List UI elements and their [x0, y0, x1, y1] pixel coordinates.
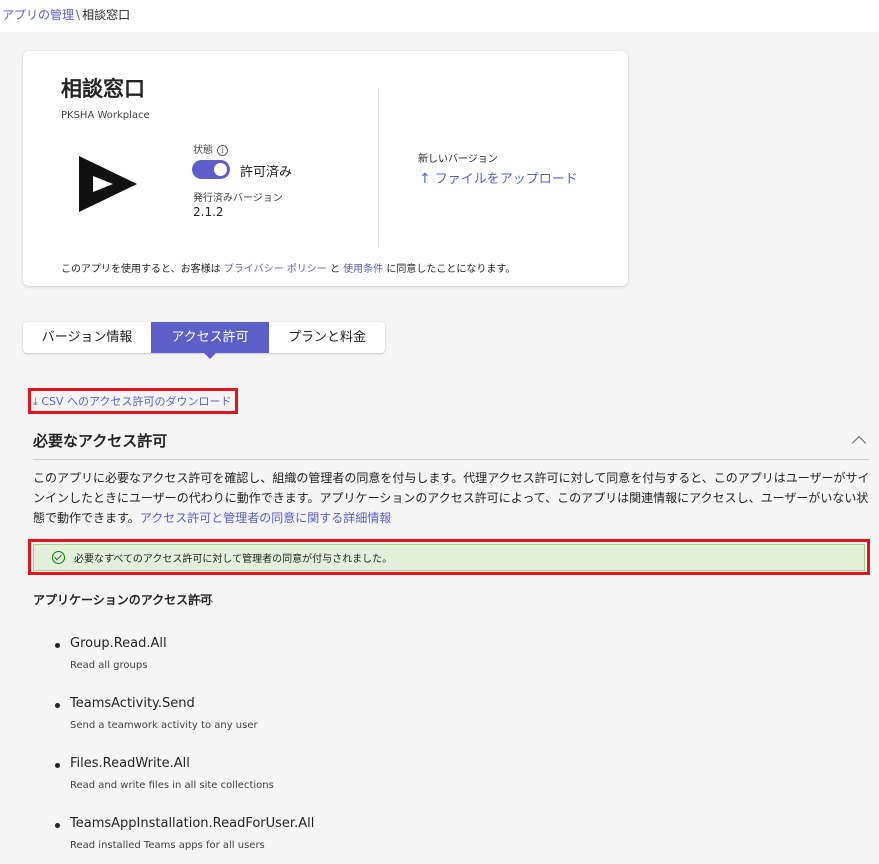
permission-name: TeamsAppInstallation.ReadForUser.All: [70, 816, 315, 831]
published-version-label: 発行済みバージョン: [193, 193, 283, 204]
app-title: 相談窓口: [61, 77, 145, 101]
status-toggle[interactable]: [192, 160, 230, 179]
checkmark-circle-icon: [52, 551, 65, 564]
tab-bar: バージョン情報 アクセス許可 プランと料金: [23, 322, 385, 359]
card-divider: [378, 88, 379, 246]
tab-permissions[interactable]: アクセス許可: [151, 322, 269, 359]
bullet: [55, 763, 60, 768]
breadcrumb: アプリの管理 \ 相談窓口: [2, 6, 130, 23]
permission-description: Read installed Teams apps for all users: [70, 840, 265, 851]
permission-name: Files.ReadWrite.All: [70, 756, 190, 771]
terms-of-use-link[interactable]: 使用条件: [343, 264, 383, 275]
csv-download-link[interactable]: ⤓ CSV へのアクセス許可のダウンロード: [33, 393, 232, 409]
permission-name: TeamsActivity.Send: [70, 696, 195, 711]
app-logo: [79, 156, 137, 212]
section-divider: [33, 459, 869, 460]
download-icon: ⤓: [33, 395, 38, 408]
privacy-policy-link[interactable]: プライバシー ポリシー: [224, 264, 327, 275]
toggle-knob: [214, 163, 227, 176]
tab-plans-pricing[interactable]: プランと料金: [269, 322, 385, 353]
permission-description: Read and write files in all site collect…: [70, 780, 274, 791]
status-value: 許可済み: [240, 165, 293, 180]
bullet: [55, 643, 60, 648]
breadcrumb-current: 相談窓口: [82, 8, 131, 22]
permission-name: Group.Read.All: [70, 636, 167, 651]
success-message: 必要なすべてのアクセス許可に対して管理者の同意が付与されました。: [74, 554, 393, 565]
tab-version-info[interactable]: バージョン情報: [23, 322, 151, 353]
consent-text: このアプリを使用すると、お客様は プライバシー ポリシー と 使用条件 に同意し…: [61, 264, 516, 275]
permission-description: Send a teamwork activity to any user: [70, 720, 258, 731]
published-version-value: 2.1.2: [193, 205, 224, 219]
upload-arrow-icon: ↑: [419, 171, 431, 187]
bullet: [55, 823, 60, 828]
new-version-label: 新しいバージョン: [418, 154, 498, 165]
app-vendor: PKSHA Workplace: [61, 110, 150, 121]
status-label: 状態 i: [193, 141, 228, 156]
bullet: [55, 703, 60, 708]
app-details-card: 相談窓口 PKSHA Workplace 状態 i 許可済み 発行済みバージョン …: [23, 51, 628, 286]
upload-file-link[interactable]: ↑ ファイルをアップロード: [419, 168, 578, 187]
top-bar: アプリの管理 \ 相談窓口: [0, 0, 879, 32]
required-permissions-title: 必要なアクセス許可: [33, 432, 168, 450]
chevron-up-icon[interactable]: [851, 435, 867, 451]
app-permissions-title: アプリケーションのアクセス許可: [33, 593, 213, 607]
permission-description: Read all groups: [70, 660, 148, 671]
permissions-details-link[interactable]: アクセス許可と管理者の同意に関する詳細情報: [140, 511, 391, 525]
breadcrumb-app-management-link[interactable]: アプリの管理: [2, 8, 74, 22]
permissions-description: このアプリに必要なアクセス許可を確認し、組織の管理者の同意を付与します。代理アク…: [33, 471, 870, 525]
info-icon[interactable]: i: [217, 145, 228, 156]
breadcrumb-separator: \: [76, 8, 81, 22]
